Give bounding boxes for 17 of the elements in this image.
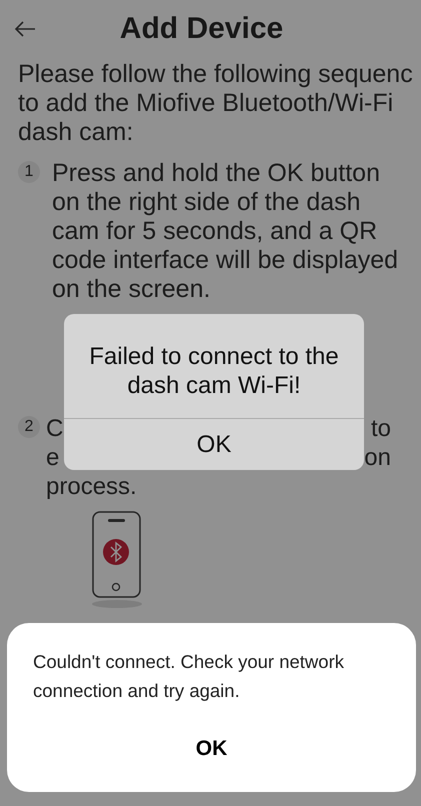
dialog-message: Failed to connect to the dash cam Wi-Fi! xyxy=(88,342,340,401)
intro-text: to add the Miofive Bluetooth/Wi-Fi xyxy=(18,89,394,118)
intro-text: Please follow the following sequenc xyxy=(18,60,414,89)
ok-button[interactable]: OK xyxy=(64,418,364,470)
step-text: to xyxy=(370,414,391,443)
intro-text: dash cam: xyxy=(18,118,134,147)
ok-button[interactable]: OK xyxy=(176,733,248,765)
step-text: e xyxy=(46,443,60,472)
step-number: 2 xyxy=(18,416,40,438)
sheet-message: Couldn't connect. Check your network connection and try again. xyxy=(33,650,345,703)
step-text: C xyxy=(46,414,64,443)
step-number: 1 xyxy=(18,161,40,183)
step-text: Press and hold the OK button on the right side of the dash cam for 5 seconds, and a QR code interface will be displayed on the screen. xyxy=(52,159,400,304)
step-text: on xyxy=(364,443,391,472)
page-title: Add Device xyxy=(118,12,284,46)
step-text: process. xyxy=(46,472,137,501)
back-arrow-icon xyxy=(14,20,36,38)
